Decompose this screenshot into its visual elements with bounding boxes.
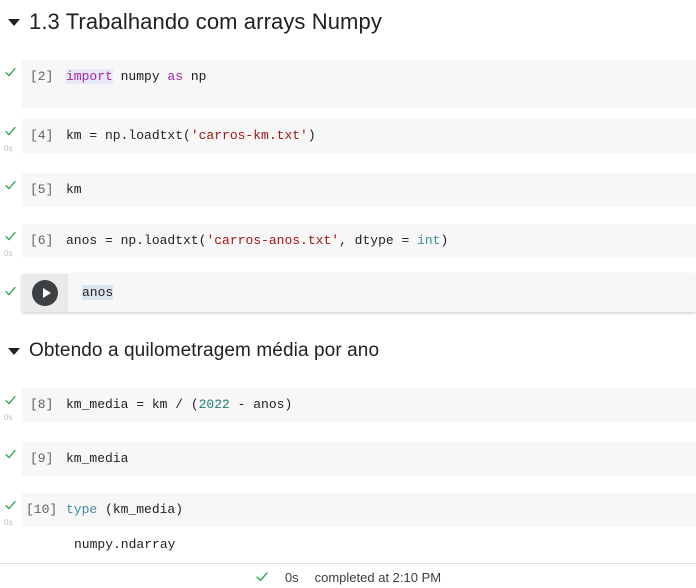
check-icon xyxy=(4,499,17,512)
cell-body[interactable]: [6] anos = np.loadtxt('carros-anos.txt',… xyxy=(22,224,696,258)
cell-code[interactable]: anos = np.loadtxt('carros-anos.txt', dty… xyxy=(66,232,448,250)
cell-gutter: 0s xyxy=(0,119,22,156)
cell-gutter xyxy=(0,274,22,298)
section-title-2: Obtendo a quilometragem média por ano xyxy=(29,340,380,361)
cell-body[interactable]: anos xyxy=(22,274,696,312)
cell-gutter xyxy=(0,60,22,79)
cell-gutter: 0s xyxy=(0,388,22,425)
code-token: km = np.loadtxt( xyxy=(66,128,191,143)
cell-body[interactable]: [9] km_media xyxy=(22,442,696,476)
code-token: 2022 xyxy=(198,397,230,412)
cell-code[interactable]: km_media xyxy=(66,450,128,468)
cell-code[interactable]: type (km_media) xyxy=(66,501,183,519)
code-cell[interactable]: 0s [4] km = np.loadtxt('carros-km.txt') xyxy=(0,119,696,156)
cell-index: [4] xyxy=(30,128,54,143)
code-cell[interactable]: [2] import numpy as np xyxy=(0,60,696,108)
cell-index: [2] xyxy=(30,69,54,84)
cell-code[interactable]: anos xyxy=(68,284,114,302)
code-token: km_media xyxy=(66,451,129,466)
cell-code[interactable]: km_media = km / (2022 - anos) xyxy=(66,396,292,414)
code-token: , dtype = xyxy=(339,233,418,248)
cell-gutter: 0s xyxy=(0,224,22,261)
code-token: np xyxy=(183,69,207,84)
code-token: import xyxy=(66,69,113,84)
status-elapsed: 0s xyxy=(284,569,299,585)
cell-gutter xyxy=(0,442,22,461)
check-icon xyxy=(4,66,17,79)
code-token: anos = np.loadtxt( xyxy=(66,233,207,248)
check-icon xyxy=(4,285,17,298)
cell-output-text: numpy.ndarray xyxy=(22,536,696,554)
play-triangle xyxy=(42,288,51,298)
cell-timing: 0s xyxy=(4,518,13,527)
cell-index: [10] xyxy=(26,502,58,517)
status-bar: 0s completed at 2:10 PM xyxy=(0,563,696,588)
code-token: - anos) xyxy=(229,397,293,412)
check-icon xyxy=(255,570,269,584)
cell-gutter xyxy=(0,173,22,192)
cell-body[interactable]: [10] type (km_media) xyxy=(22,493,696,527)
code-token: (km_media) xyxy=(97,502,184,517)
code-token: type xyxy=(66,502,98,517)
run-cell-gutter[interactable] xyxy=(22,274,68,312)
check-icon xyxy=(4,179,17,192)
code-token: 'carros-km.txt' xyxy=(190,128,308,143)
cell-body[interactable]: [8] km_media = km / (2022 - anos) xyxy=(22,388,696,422)
check-icon xyxy=(4,394,17,407)
code-token: ) xyxy=(307,128,316,143)
selected-code-text: anos xyxy=(82,285,114,300)
code-cell[interactable]: 0s [8] km_media = km / (2022 - anos) xyxy=(0,388,696,425)
check-icon xyxy=(4,125,17,138)
code-cell[interactable]: [5] km xyxy=(0,173,696,207)
cell-index: [5] xyxy=(30,182,54,197)
status-message: completed at 2:10 PM xyxy=(314,569,442,585)
colab-notebook: 1.3 Trabalhando com arrays Numpy [2] imp… xyxy=(0,2,696,588)
active-code-cell[interactable]: anos xyxy=(0,274,696,312)
code-cell[interactable]: 0s [10] type (km_media) xyxy=(0,493,696,530)
triangle-down-icon[interactable] xyxy=(8,347,20,355)
cell-index: [8] xyxy=(30,397,54,412)
check-icon xyxy=(4,448,17,461)
cell-body[interactable]: [4] km = np.loadtxt('carros-km.txt') xyxy=(22,119,696,153)
code-token: km_media = km / ( xyxy=(66,397,199,412)
code-token: as xyxy=(167,69,184,84)
cell-body[interactable]: [5] km xyxy=(22,173,696,207)
cell-code[interactable]: km = np.loadtxt('carros-km.txt') xyxy=(66,127,316,145)
check-icon xyxy=(4,230,17,243)
triangle-down-icon[interactable] xyxy=(8,18,20,26)
cell-code[interactable]: import numpy as np xyxy=(66,68,206,86)
code-token: numpy xyxy=(112,69,168,84)
section-heading-2[interactable]: Obtendo a quilometragem média por ano xyxy=(0,332,696,370)
code-cell[interactable]: 0s [6] anos = np.loadtxt('carros-anos.tx… xyxy=(0,224,696,261)
code-cell[interactable]: [9] km_media xyxy=(0,442,696,476)
cell-timing: 0s xyxy=(4,413,13,422)
section-title-1: 1.3 Trabalhando com arrays Numpy xyxy=(29,9,382,34)
cell-index: [6] xyxy=(30,233,54,248)
cell-timing: 0s xyxy=(4,144,13,153)
cell-index: [9] xyxy=(30,451,54,466)
cell-body[interactable]: [2] import numpy as np xyxy=(22,60,696,108)
code-token: int xyxy=(417,233,441,248)
section-heading-1[interactable]: 1.3 Trabalhando com arrays Numpy xyxy=(0,2,696,42)
code-token: km xyxy=(66,182,82,197)
cell-output-row: numpy.ndarray xyxy=(0,536,696,554)
code-token: 'carros-anos.txt' xyxy=(206,233,340,248)
cell-timing: 0s xyxy=(4,249,13,258)
cell-gutter: 0s xyxy=(0,493,22,530)
cell-code[interactable]: km xyxy=(66,181,82,199)
play-icon[interactable] xyxy=(32,280,58,306)
code-token: ) xyxy=(440,233,449,248)
